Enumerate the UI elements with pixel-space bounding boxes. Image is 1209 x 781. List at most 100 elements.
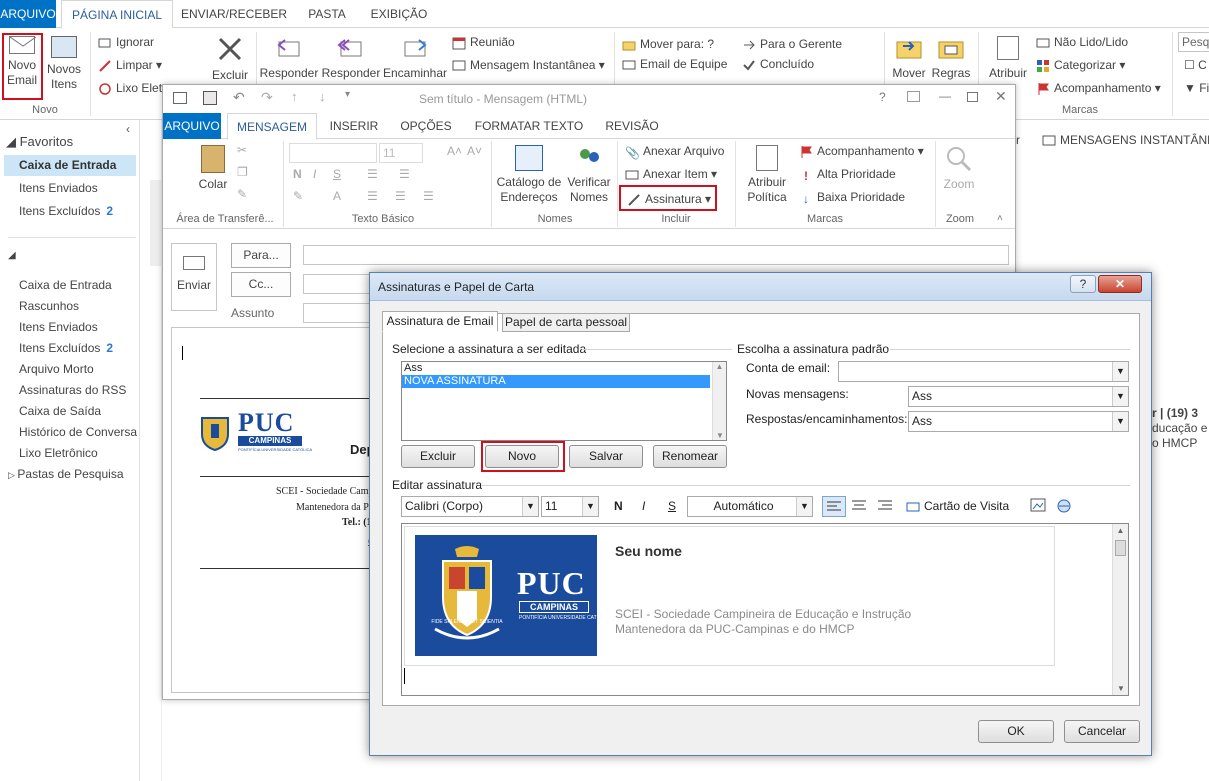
bold-button[interactable]: N [614,499,623,513]
hyperlink-icon[interactable] [1056,498,1072,517]
favoritos-header[interactable]: ◢ Favoritos [6,134,73,150]
signature-list-item[interactable]: NOVA ASSINATURA [402,375,710,388]
fav-caixa-entrada[interactable]: Caixa de Entrada [19,158,116,172]
ignorar-button[interactable]: Ignorar [98,34,154,50]
ok-button[interactable]: OK [978,720,1054,743]
msg-tab-opcoes[interactable]: OPÇÕES [389,113,463,139]
bullets-icon[interactable]: ☰ [367,167,378,181]
align-right-icon[interactable]: ☰ [423,189,434,203]
verificar-nomes-button[interactable]: Verificar Nomes [563,143,615,209]
tab-enviar-receber[interactable]: ENVIAR/RECEBER [176,0,292,28]
align-left-button[interactable] [822,496,846,517]
novos-itens-button[interactable]: Novos Itens [44,32,84,96]
list-scrollbar[interactable]: ▲ ▼ [712,362,726,440]
folder-item[interactable]: Histórico de Conversa [19,425,137,439]
help-icon[interactable]: ? [879,90,886,104]
para-gerente-button[interactable]: Para o Gerente [742,36,842,52]
folder-item[interactable]: Itens Enviados [19,320,98,334]
acompanhamento-button[interactable]: Acompanhamento ▾ [799,143,924,159]
novo-email-button[interactable]: Novo Email [4,32,40,96]
underline-button[interactable]: S [668,499,676,513]
tab-papel-carta[interactable]: Papel de carta pessoal [502,313,630,332]
mensagens-instantaneas-tab[interactable]: MENSAGENS INSTANTÂNEA [1042,133,1209,148]
copy-icon[interactable]: ❐ [237,165,248,179]
nao-lido-button[interactable]: Não Lido/Lido [1036,34,1128,50]
tab-assinatura-email[interactable]: Assinatura de Email [382,311,498,332]
font-size-select[interactable]: 11 ▼ [541,496,599,517]
folder-item[interactable]: Rascunhos [19,299,79,313]
conta-email-select[interactable]: ▼ [838,361,1129,382]
mensagem-instantanea-button[interactable]: Mensagem Instantânea ▾ [452,57,605,73]
enviar-button[interactable]: Enviar [171,243,217,311]
align-left-icon[interactable]: ☰ [367,189,378,203]
novo-signature-button[interactable]: Novo [485,445,559,468]
renomear-signature-button[interactable]: Renomear [653,445,727,468]
bold-icon[interactable]: N [293,167,302,181]
font-name-select[interactable]: Calibri (Corpo) ▼ [401,496,539,517]
fav-itens-enviados[interactable]: Itens Enviados [19,181,98,195]
folder-item[interactable]: Arquivo Morto [19,362,94,376]
msg-tab-arquivo[interactable]: ARQUIVO [163,113,221,139]
acompanhamento-main-button[interactable]: Acompanhamento ▾ [1036,80,1161,96]
anexar-arquivo-button[interactable]: 📎 Anexar Arquivo [625,143,724,160]
editor-scrollbar[interactable]: ▲ ▼ [1112,524,1128,695]
folder-item[interactable]: Assinaturas do RSS [19,383,126,397]
collapse-ribbon-icon[interactable]: ˄ [997,213,1003,224]
italic-button[interactable]: I [642,499,645,513]
cut-icon[interactable]: ✂ [237,143,247,157]
highlight-icon[interactable]: ✎ [293,189,303,203]
msg-tab-mensagem[interactable]: MENSAGEM [227,113,317,140]
para-button[interactable]: Para... [231,243,291,268]
folder-item[interactable]: Lixo Eletrônico [19,446,98,460]
para-field[interactable] [303,245,1009,265]
folder-item[interactable]: Caixa de Saída [19,404,101,418]
msg-tab-formatar[interactable]: FORMATAR TEXTO [467,113,591,139]
cancelar-button[interactable]: Cancelar [1064,720,1140,743]
signature-list-item[interactable]: Ass [402,362,710,375]
align-center-icon[interactable]: ☰ [395,189,406,203]
search-box[interactable]: Pesq [1178,32,1209,52]
lixo-button[interactable]: Lixo Eletr [98,80,166,96]
alta-prioridade-button[interactable]: ! Alta Prioridade [799,166,896,183]
msg-tab-revisao[interactable]: REVISÃO [595,113,669,139]
signature-editor[interactable]: FIDE SPLENDET ET SCIENTIA PUC CAMPINAS P… [401,523,1129,696]
font-size-box[interactable]: 11 [379,143,423,163]
grow-font-icon[interactable]: A˄ [447,144,462,158]
close-icon[interactable]: ✕ [995,88,1007,105]
address-book-icon[interactable]: ☐ C [1184,57,1207,73]
colar-button[interactable]: Colar [193,143,233,203]
anexar-item-button[interactable]: Anexar Item ▾ [625,166,717,182]
font-color-select[interactable]: Automático ▼ [687,496,813,517]
cartao-visita-button[interactable]: Cartão de Visita [906,499,1009,514]
numbering-icon[interactable]: ☰ [399,167,410,181]
close-button[interactable]: ✕ [1098,275,1142,293]
limpar-button[interactable]: Limpar ▾ [98,57,162,73]
underline-icon[interactable]: S [333,167,341,181]
minimize-icon[interactable]: — [939,89,951,103]
respostas-select[interactable]: Ass ▼ [908,411,1129,432]
font-color-icon[interactable]: A [333,189,341,203]
shrink-font-icon[interactable]: A˅ [467,144,482,158]
mover-para-button[interactable]: Mover para: ? [622,36,714,52]
italic-icon[interactable]: I [313,167,316,181]
baixa-prioridade-button[interactable]: ↓ Baixa Prioridade [799,189,905,206]
folder-item[interactable]: ▷ Pastas de Pesquisa [8,467,124,481]
maximize-icon[interactable] [967,92,978,102]
catalogo-enderecos-button[interactable]: Catálogo de Endereços [495,143,563,209]
zoom-button[interactable]: Zoom [939,143,979,203]
fav-itens-excluidos[interactable]: Itens Excluídos 2 [19,204,113,218]
msg-tab-inserir[interactable]: INSERIR [323,113,385,139]
collapse-pane-icon[interactable]: ‹ [126,122,130,136]
folder-item[interactable]: Caixa de Entrada [19,278,112,292]
scroll-thumb[interactable] [1115,540,1126,556]
insert-picture-icon[interactable] [1030,498,1046,517]
tab-pagina-inicial[interactable]: PÁGINA INICIAL [61,0,173,29]
excluir-signature-button[interactable]: Excluir [401,445,475,468]
format-painter-icon[interactable]: ✎ [237,187,247,201]
novas-mensagens-select[interactable]: Ass ▼ [908,386,1129,407]
categorizar-button[interactable]: Categorizar ▾ [1036,57,1125,73]
concluido-button[interactable]: Concluído [742,56,814,72]
email-equipe-button[interactable]: Email de Equipe [622,56,727,72]
folder-item[interactable]: Itens Excluídos 2 [19,341,113,355]
atribuir-politica-button[interactable]: Atribuir Política [739,143,795,209]
